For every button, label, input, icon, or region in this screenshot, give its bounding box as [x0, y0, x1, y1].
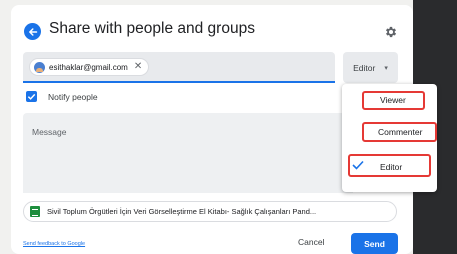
cancel-button[interactable]: Cancel [298, 237, 324, 247]
gear-icon [385, 26, 397, 38]
shared-document-chip: Sivil Toplum Örgütleri İçin Veri Görsell… [23, 201, 397, 222]
send-feedback-link[interactable]: Send feedback to Google [23, 241, 85, 247]
close-icon[interactable]: ✕ [134, 62, 142, 72]
recipients-input[interactable]: esithaklar@gmail.com ✕ [23, 52, 335, 83]
back-button[interactable] [24, 23, 41, 40]
checkmark-icon [27, 93, 36, 100]
message-field[interactable]: Message [23, 113, 353, 193]
notify-people-label: Notify people [48, 91, 98, 102]
annotation-highlight-editor [348, 154, 431, 177]
role-menu: Viewer Commenter Editor [342, 84, 437, 192]
send-button[interactable]: Send [351, 233, 398, 254]
menu-item-editor[interactable]: Editor [342, 154, 437, 179]
message-placeholder: Message [32, 127, 67, 137]
chevron-down-icon: ▾ [384, 64, 388, 72]
arrow-left-icon [28, 27, 37, 36]
role-dropdown-label: Editor [353, 62, 376, 73]
annotation-highlight-viewer [362, 91, 425, 110]
avatar [34, 61, 45, 73]
dialog-title: Share with people and groups [49, 20, 255, 37]
settings-button[interactable] [384, 25, 398, 39]
document-title: Sivil Toplum Örgütleri İçin Veri Görsell… [47, 207, 317, 216]
role-dropdown[interactable]: Editor ▾ [343, 52, 398, 83]
menu-item-viewer[interactable]: Viewer [342, 87, 437, 111]
recipient-email: esithaklar@gmail.com [49, 62, 128, 72]
notify-people-row: Notify people [26, 91, 98, 102]
annotation-highlight-commenter [362, 122, 437, 142]
google-sheets-icon [30, 206, 40, 217]
recipient-chip[interactable]: esithaklar@gmail.com ✕ [29, 58, 150, 76]
menu-item-commenter[interactable]: Commenter [342, 119, 437, 143]
notify-checkbox[interactable] [26, 91, 37, 102]
